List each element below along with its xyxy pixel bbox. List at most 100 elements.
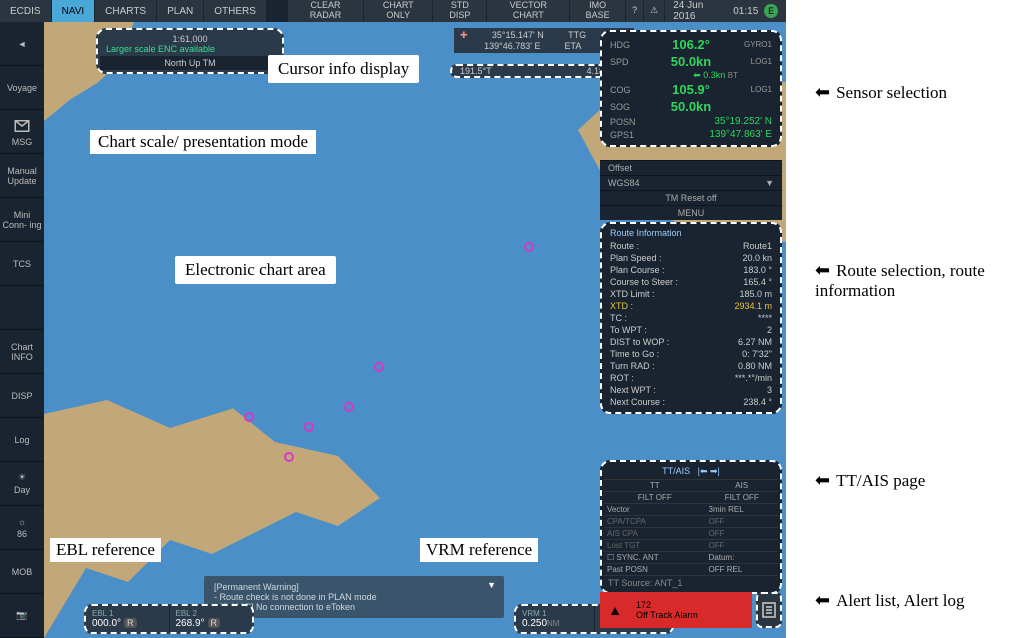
- sidebar-day-palette[interactable]: ☀Day: [0, 462, 44, 506]
- route-row-value: 238.4 °: [743, 397, 772, 407]
- sidebar-camera-icon[interactable]: 📷: [0, 594, 44, 638]
- sensor-selection-panel[interactable]: HDG 106.2° GYRO1 SPD 50.0kn LOG1 ⬅ 0.3kn…: [600, 30, 782, 147]
- callout-ebl: EBL reference: [50, 538, 161, 562]
- ebl2-value: 268.9°: [176, 618, 205, 629]
- menu-separator: [267, 0, 288, 22]
- past-posn-label: Past POSN: [604, 564, 706, 576]
- ais-filter[interactable]: FILT OFF: [706, 492, 778, 504]
- util-help-icon[interactable]: ?: [626, 0, 644, 22]
- route-row-value: 165.4 °: [743, 277, 772, 287]
- callout-sensor: ⬅Sensor selection: [815, 82, 947, 103]
- tab-charts[interactable]: CHARTS: [95, 0, 157, 22]
- hdg-label: HDG: [610, 40, 644, 50]
- route-row-label: Plan Speed :: [610, 253, 662, 263]
- tab-others[interactable]: OTHERS: [204, 0, 267, 22]
- tab-navi[interactable]: NAVI: [52, 0, 96, 22]
- util-imo-base[interactable]: IMO BASE: [570, 0, 626, 22]
- ttais-row-label: Lost TGT: [604, 540, 706, 552]
- callout-scale: Chart scale/ presentation mode: [90, 130, 316, 154]
- r-badge: R: [124, 618, 137, 628]
- buoy-icon: [304, 422, 314, 432]
- ttais-row-label: CPA/TCPA: [604, 516, 706, 528]
- ebl1-value: 000.0°: [92, 618, 121, 629]
- vrm1-label: VRM 1: [522, 609, 588, 618]
- tab-ecdis[interactable]: ECDIS: [0, 0, 52, 22]
- util-std-disp[interactable]: STD DISP: [433, 0, 487, 22]
- chart-scale-box[interactable]: 1:61,000 Larger scale ENC available Nort…: [96, 28, 284, 74]
- cursor-lat: 35°15.147' N: [492, 30, 544, 41]
- menu-button[interactable]: MENU: [678, 208, 705, 218]
- sidebar-chart-info[interactable]: Chart INFO: [0, 330, 44, 374]
- tt-source: TT Source: ANT_1: [604, 576, 778, 590]
- sidebar-tcs[interactable]: TCS: [0, 242, 44, 286]
- posn-lon: 139°47.863' E: [709, 129, 772, 140]
- sidebar-msg-label: MSG: [12, 137, 33, 147]
- sidebar-disp[interactable]: DISP: [0, 374, 44, 418]
- ttais-row-value: OFF: [706, 528, 778, 540]
- sync-ant[interactable]: ☐ SYNC. ANT: [604, 552, 706, 564]
- sog-label: SOG: [610, 102, 644, 112]
- chart-scale-message: Larger scale ENC available: [106, 44, 274, 54]
- chart-presentation-mode[interactable]: North Up TM: [100, 56, 280, 70]
- callout-alert: ⬅Alert list, Alert log: [815, 590, 965, 611]
- vector-value: 3min: [709, 505, 726, 514]
- collapse-icon[interactable]: ▼: [487, 580, 496, 590]
- route-row-label: To WPT :: [610, 325, 647, 335]
- route-row-label: Time to Go :: [610, 349, 659, 359]
- r-badge: R: [208, 618, 221, 628]
- ebl-reference-box[interactable]: EBL 1 000.0°R EBL 2 268.9°R: [84, 604, 254, 634]
- route-information-panel[interactable]: Route Information Route :Route1 Plan Spe…: [600, 222, 782, 414]
- sidebar-voyage[interactable]: Voyage: [0, 66, 44, 110]
- alert-message[interactable]: 172 Off Track Alarm: [630, 592, 752, 628]
- offset-label[interactable]: Offset: [608, 163, 632, 173]
- ais-header: AIS: [706, 480, 778, 492]
- route-row-label: Next Course :: [610, 397, 665, 407]
- cursor-lon: 139°46.783' E: [484, 41, 540, 51]
- util-alert-icon[interactable]: ⚠: [644, 0, 665, 22]
- cursor-eta-label: ETA: [565, 41, 582, 51]
- chart-scale-ratio: 1:61,000: [106, 34, 274, 44]
- tm-reset[interactable]: TM Reset off: [665, 193, 716, 203]
- buoy-icon: [374, 362, 384, 372]
- route-name-value: Route1: [743, 241, 772, 251]
- hdg-source: GYRO1: [738, 40, 772, 49]
- route-row-label: DIST to WOP :: [610, 337, 669, 347]
- e-badge-icon: E: [764, 4, 778, 18]
- warning-line2: - [C-MAP] No connection to eToken: [214, 602, 494, 612]
- route-info-title: Route Information: [610, 228, 772, 238]
- sidebar-collapse-icon[interactable]: ◄: [0, 22, 44, 66]
- spd-value: 50.0kn: [671, 54, 711, 69]
- datetime-display: 24 Jun 2016 01:15 E: [665, 0, 786, 22]
- tt-filter[interactable]: FILT OFF: [604, 492, 706, 504]
- util-clear-radar[interactable]: CLEAR RADAR: [288, 0, 364, 22]
- tt-ais-panel[interactable]: TT/AIS |⬅ ➡| TTAIS FILT OFFFILT OFF Vect…: [600, 460, 782, 594]
- route-row-label: ROT :: [610, 373, 634, 383]
- sidebar-brightness[interactable]: ☼86: [0, 506, 44, 550]
- past-posn-rel: REL: [727, 565, 743, 574]
- tab-plan[interactable]: PLAN: [157, 0, 204, 22]
- cog-label: COG: [610, 85, 644, 95]
- route-row-value: 2: [767, 325, 772, 335]
- sidebar-mini-conning[interactable]: Mini Conn- ing: [0, 198, 44, 242]
- sog-value: 50.0kn: [671, 99, 711, 114]
- spd-source: LOG1: [738, 57, 772, 66]
- route-row-value: 3: [767, 385, 772, 395]
- route-xtd-value: 2934.1 m: [734, 301, 772, 311]
- callout-cursor: Cursor info display: [268, 55, 419, 83]
- sidebar-mob[interactable]: MOB: [0, 550, 44, 594]
- hdg-value: 106.2°: [672, 37, 710, 52]
- alert-triangle-icon[interactable]: ▲: [600, 592, 630, 628]
- util-vector-chart[interactable]: VECTOR CHART: [487, 0, 570, 22]
- route-row-label: Plan Course :: [610, 265, 665, 275]
- sidebar-manual-update[interactable]: Manual Update: [0, 154, 44, 198]
- sidebar-brightness-value: 86: [17, 529, 27, 539]
- cursor-ttg-label: TTG: [568, 30, 586, 41]
- util-chart-only[interactable]: CHART ONLY: [364, 0, 433, 22]
- route-row-value: 185.0 m: [739, 289, 772, 299]
- callout-chart-area: Electronic chart area: [175, 256, 336, 284]
- warning-line1: - Route check is not done in PLAN mode: [214, 592, 494, 602]
- alert-log-button[interactable]: [756, 592, 782, 628]
- sidebar-msg[interactable]: MSG: [0, 110, 44, 154]
- vrm1-value: 0.250: [522, 618, 547, 629]
- sidebar-log[interactable]: Log: [0, 418, 44, 462]
